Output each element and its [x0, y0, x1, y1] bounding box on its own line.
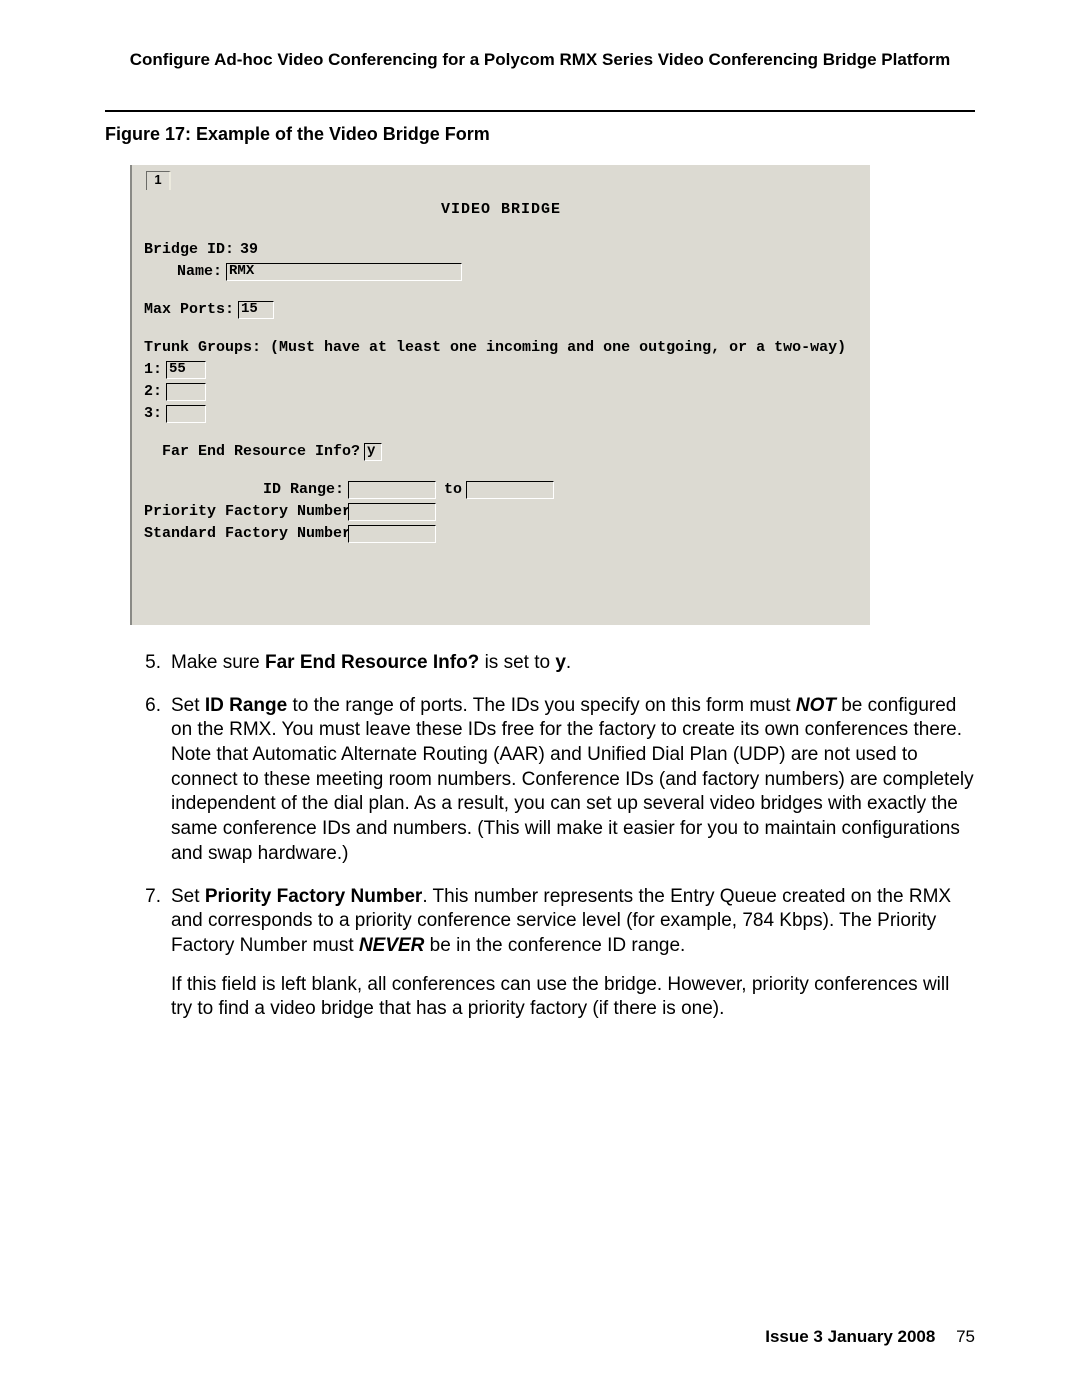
step-7: 7. Set Priority Factory Number. This num… [105, 885, 975, 1022]
trunk-row3-label: 3: [144, 404, 162, 424]
step-5-bold2: y [555, 652, 566, 673]
bridge-id-label: Bridge ID: [144, 240, 234, 260]
id-range-label: ID Range: [144, 480, 344, 500]
step-5-bold1: Far End Resource Info? [265, 652, 479, 673]
trunk-row1-label: 1: [144, 360, 162, 380]
standard-factory-label: Standard Factory Number: [144, 524, 344, 544]
fer-field[interactable]: y [364, 443, 382, 461]
id-range-from-field[interactable] [348, 481, 436, 499]
footer-issue: Issue 3 January 2008 [765, 1327, 935, 1346]
form-tab-1: 1 [146, 171, 171, 190]
video-bridge-form-screenshot: 1 VIDEO BRIDGE Bridge ID: 39 Name: RMX M… [130, 165, 870, 625]
priority-factory-label: Priority Factory Number: [144, 502, 344, 522]
standard-factory-field[interactable] [348, 525, 436, 543]
id-range-to-label: to [444, 480, 462, 500]
priority-factory-field[interactable] [348, 503, 436, 521]
trunk-groups-label: Trunk Groups: (Must have at least one in… [144, 338, 846, 358]
trunk-row2-field[interactable] [166, 383, 206, 401]
trunk-row3-field[interactable] [166, 405, 206, 423]
step-7-paragraph2: If this field is left blank, all confere… [171, 973, 975, 1022]
step-5-text: Make sure [171, 652, 265, 673]
step-7-number: 7. [105, 885, 171, 1022]
step-6-not: NOT [796, 695, 836, 716]
instruction-steps: 5. Make sure Far End Resource Info? is s… [105, 651, 975, 1022]
footer-page-number: 75 [956, 1327, 975, 1346]
bridge-id-value: 39 [240, 240, 258, 260]
figure-caption: Figure 17: Example of the Video Bridge F… [105, 124, 975, 145]
step-7-never: NEVER [359, 935, 424, 956]
step-6-number: 6. [105, 694, 171, 867]
id-range-to-field[interactable] [466, 481, 554, 499]
running-header: Configure Ad-hoc Video Conferencing for … [105, 50, 975, 70]
name-label: Name: [177, 262, 222, 282]
step-6: 6. Set ID Range to the range of ports. T… [105, 694, 975, 867]
name-field[interactable]: RMX [226, 263, 462, 281]
step-7-bold1: Priority Factory Number [205, 886, 423, 907]
max-ports-label: Max Ports: [144, 300, 234, 320]
trunk-row2-label: 2: [144, 382, 162, 402]
divider [105, 110, 975, 112]
step-6-bold1: ID Range [205, 695, 287, 716]
page-footer: Issue 3 January 2008 75 [765, 1327, 975, 1347]
trunk-row1-field[interactable]: 55 [166, 361, 206, 379]
step-5: 5. Make sure Far End Resource Info? is s… [105, 651, 975, 676]
form-title: VIDEO BRIDGE [144, 201, 858, 218]
max-ports-field[interactable]: 15 [238, 301, 274, 319]
step-5-number: 5. [105, 651, 171, 676]
fer-label: Far End Resource Info? [162, 442, 360, 462]
